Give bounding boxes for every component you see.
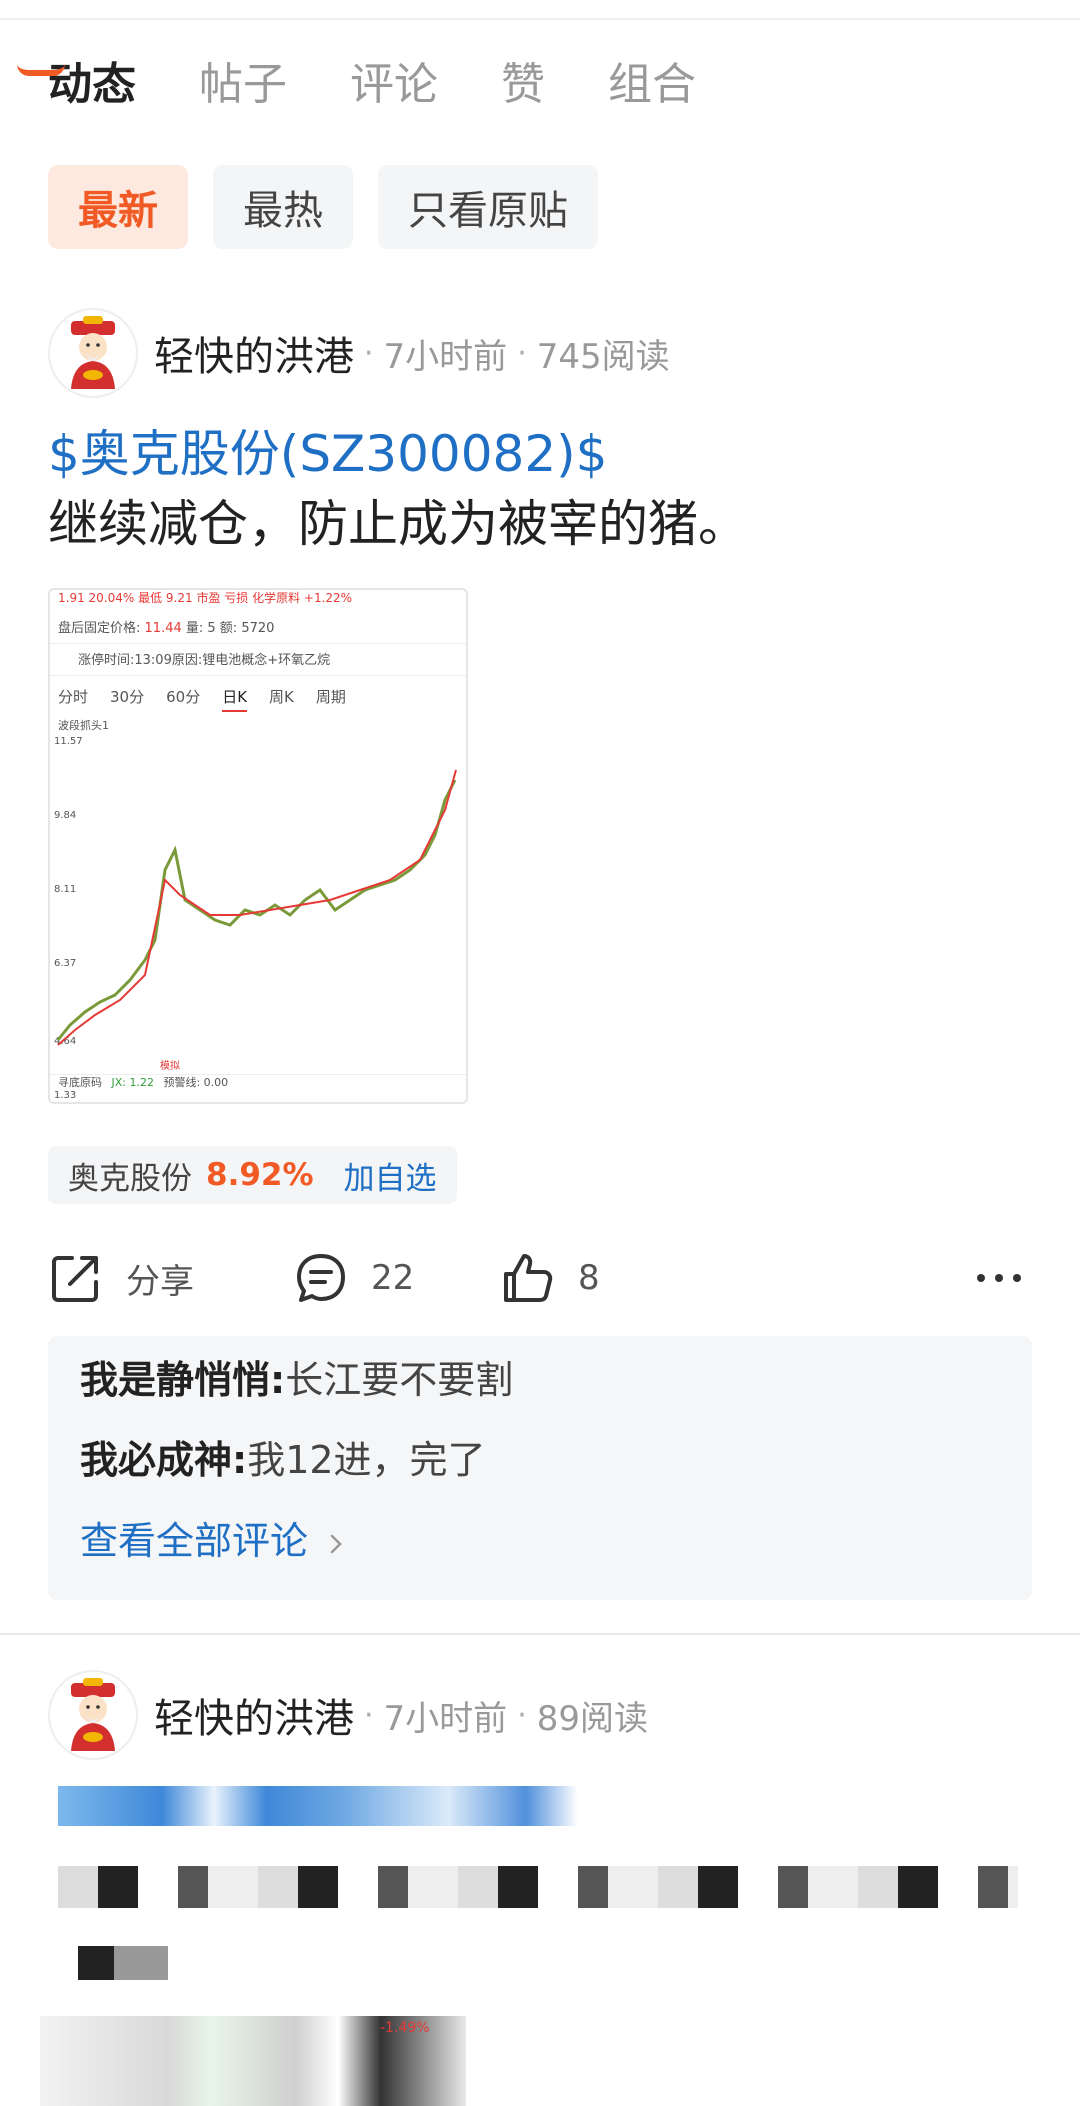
- share-icon: [52, 1256, 98, 1302]
- active-tab-indicator: [17, 64, 65, 76]
- more-dots-icon: [977, 1274, 1021, 1282]
- view-all-comments-link[interactable]: 查看全部评论: [80, 1517, 346, 1565]
- author-name[interactable]: 轻快的洪港: [154, 324, 354, 382]
- top-divider: [0, 18, 1080, 20]
- tab-comments[interactable]: 评论: [350, 58, 438, 112]
- post-header: 轻快的洪港 · 7小时前 · 89阅读: [48, 1670, 648, 1760]
- comment-text: 我12进，完了: [247, 1438, 486, 1482]
- image-row-3: 涨停时间:13:09原因:锂电池概念+环氧乙烷: [50, 646, 466, 676]
- stock-change: 8.92%: [206, 1157, 314, 1193]
- stock-quote-chip[interactable]: 奥克股份 8.92% 加自选: [48, 1146, 457, 1204]
- tab-posts[interactable]: 帖子: [199, 58, 287, 112]
- period-label: 日K: [222, 682, 248, 712]
- image-row-2: 盘后固定价格: 11.44 量: 5 额: 5720: [50, 614, 466, 644]
- post-divider: [0, 1633, 1080, 1635]
- pixelated-text-line: [58, 1866, 1018, 1908]
- read-count: 745阅读: [536, 336, 670, 377]
- filter-latest[interactable]: 最新: [48, 165, 188, 249]
- thumbs-up-icon: [504, 1254, 553, 1302]
- image-change: -1.49%: [380, 2020, 430, 2036]
- post-time: 7小时前: [383, 1698, 508, 1739]
- comment-user: 我是静悄悄:: [80, 1358, 286, 1402]
- indicator-label: 波段抓头1: [58, 719, 109, 732]
- filter-hottest[interactable]: 最热: [213, 165, 353, 249]
- like-button[interactable]: 8: [500, 1243, 600, 1313]
- after-hours-volume: 量: 5 额: 5720: [185, 621, 275, 636]
- after-hours-label: 盘后固定价格:: [58, 621, 141, 636]
- bottom-indicator-name: 寻底原码: [58, 1076, 102, 1089]
- more-options-button[interactable]: [974, 1243, 1024, 1313]
- period-label: 分时: [58, 688, 89, 706]
- jx-value: JX: 1.22: [111, 1076, 154, 1089]
- comment-item[interactable]: 我必成神:我12进，完了: [80, 1436, 486, 1484]
- image-bottom-indicator: 寻底原码 JX: 1.22 预警线: 0.00: [50, 1074, 466, 1090]
- period-label: 30分: [110, 688, 145, 706]
- meta-separator: ·: [517, 1697, 527, 1733]
- avatar[interactable]: [48, 308, 138, 398]
- stock-name: 奥克股份: [68, 1160, 192, 1197]
- share-button[interactable]: 分享: [48, 1243, 194, 1313]
- comment-icon: [297, 1254, 345, 1302]
- pixelated-link-line: [58, 1786, 578, 1826]
- tab-portfolio[interactable]: 组合: [608, 58, 696, 112]
- tab-likes[interactable]: 赞: [501, 58, 545, 112]
- image-row-1: 1.91 20.04% 最低 9.21 市盈 亏损 化学原料 +1.22%: [58, 591, 353, 605]
- sim-tag: 模拟: [160, 1061, 180, 1072]
- author-name[interactable]: 轻快的洪港: [154, 1686, 354, 1744]
- comments-preview: 我是静悄悄:长江要不要割 我必成神:我12进，完了 查看全部评论: [48, 1336, 1032, 1600]
- meta-separator: ·: [517, 335, 527, 371]
- meta-separator: ·: [364, 335, 374, 371]
- comment-button[interactable]: 22: [293, 1243, 414, 1313]
- filter-chips: 最新 最热 只看原贴: [48, 165, 623, 249]
- candlestick-chart-graphic: [56, 769, 457, 1046]
- add-watchlist-button[interactable]: 加自选: [344, 1153, 437, 1198]
- image-period-tabs: 分时 30分 60分 日K 周K 周期: [50, 682, 466, 712]
- avatar[interactable]: [48, 1670, 138, 1760]
- like-count: 8: [578, 1258, 600, 1298]
- post-header: 轻快的洪港 · 7小时前 · 745阅读: [48, 308, 670, 398]
- post-image[interactable]: 1.91 20.04% 最低 9.21 市盈 亏损 化学原料 +1.22% 盘后…: [48, 588, 468, 1104]
- pixelated-text-line: [78, 1946, 168, 1980]
- y-label: 1.33: [54, 1090, 77, 1101]
- share-label: 分享: [126, 1261, 194, 1302]
- period-label: 周K: [269, 688, 294, 706]
- stock-link[interactable]: $奥克股份(SZ300082)$: [48, 424, 608, 484]
- chevron-right-icon: [330, 1534, 342, 1553]
- caishen-avatar-icon: [71, 1678, 115, 1751]
- meta-separator: ·: [364, 1697, 374, 1733]
- post-text: 继续减仓，防止成为被宰的猪。: [48, 495, 748, 553]
- profile-tabs: 动态 帖子 评论 赞 组合: [48, 52, 759, 112]
- filter-original-only[interactable]: 只看原贴: [378, 165, 598, 249]
- warn-line: 预警线: 0.00: [163, 1076, 229, 1089]
- post-actions: 分享 22 8: [48, 1243, 1032, 1313]
- post-time: 7小时前: [383, 336, 508, 377]
- comment-user: 我必成神:: [80, 1438, 248, 1482]
- period-label: 周期: [315, 688, 346, 706]
- comment-count: 22: [371, 1258, 415, 1298]
- comment-text: 长江要不要割: [285, 1358, 514, 1402]
- read-count: 89阅读: [536, 1698, 648, 1739]
- period-label: 60分: [166, 688, 201, 706]
- view-all-label: 查看全部评论: [80, 1519, 309, 1563]
- after-hours-price: 11.44: [144, 621, 182, 636]
- caishen-avatar-icon: [71, 316, 115, 389]
- comment-item[interactable]: 我是静悄悄:长江要不要割: [80, 1356, 513, 1404]
